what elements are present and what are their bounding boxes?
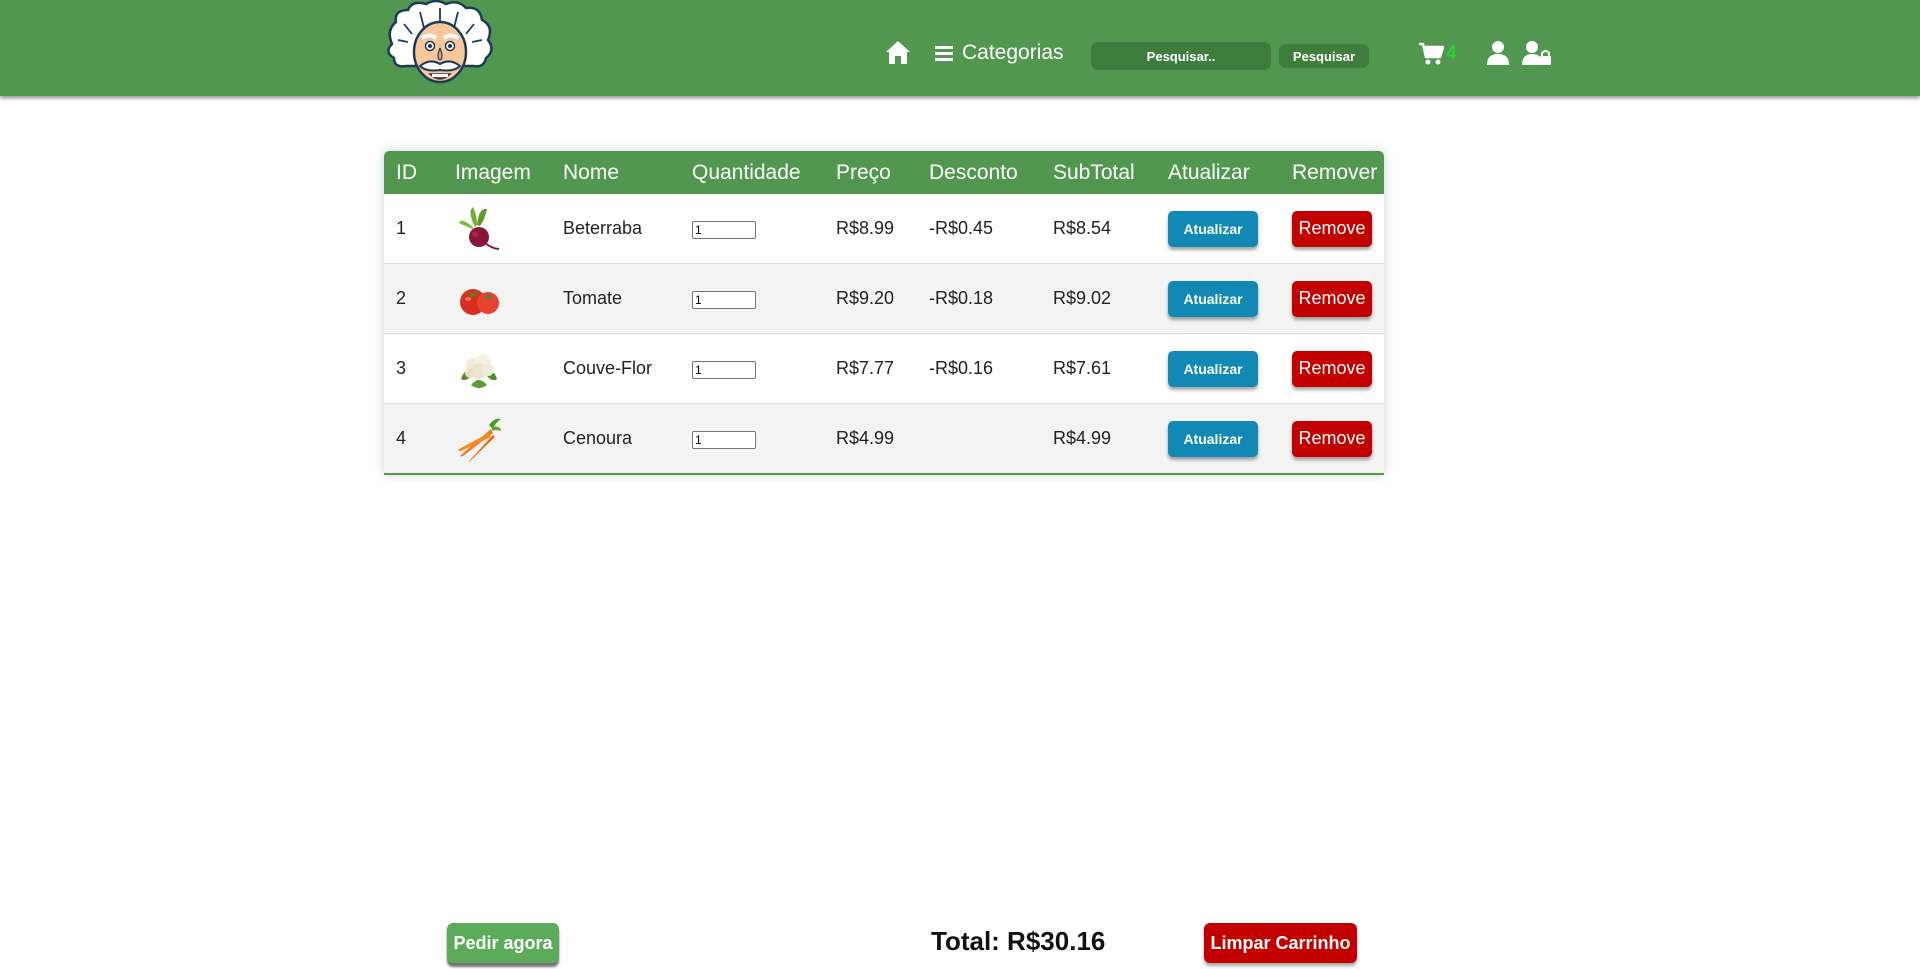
user-lock-icon[interactable]	[1522, 40, 1552, 66]
cell-id: 2	[384, 263, 443, 334]
menu-icon	[935, 46, 953, 61]
update-button[interactable]: Atualizar	[1168, 420, 1258, 457]
column-header-name: Nome	[563, 160, 620, 184]
table-row: 1 Beterraba R$8.99 -R$0.45 R$8.54 Atuali	[384, 194, 1384, 264]
column-header-subtotal: SubTotal	[1053, 160, 1135, 184]
tomato-image	[460, 288, 499, 315]
cell-discount: -R$0.18	[917, 263, 1041, 334]
cell-subtotal: R$4.99	[1053, 428, 1112, 448]
cell-discount: -R$0.45	[917, 194, 1041, 264]
cell-id: 3	[384, 333, 443, 404]
cell-name: Couve-Flor	[551, 333, 680, 404]
table-row: 4 Cenoura R$4.99 R$4.99 Atualizar	[384, 403, 1384, 475]
cell-image	[443, 263, 551, 334]
cart-icon	[1419, 42, 1444, 65]
search-button[interactable]: Pesquisar	[1279, 44, 1369, 68]
cell-update: Atualizar	[1156, 333, 1280, 404]
column-header-id: ID	[396, 160, 417, 184]
quantity-input[interactable]	[692, 361, 756, 379]
cell-subtotal: R$8.54	[1041, 194, 1156, 264]
cart-link[interactable]: 4	[1418, 40, 1457, 68]
quantity-input[interactable]	[692, 221, 756, 239]
cell-discount	[917, 404, 1041, 475]
cauliflower-image	[461, 353, 497, 388]
column-header-remove: Remover	[1292, 160, 1378, 184]
cell-remove: Remove	[1280, 263, 1384, 334]
cell-price: R$4.99	[836, 428, 895, 448]
cell-subtotal: R$7.61	[1041, 333, 1156, 404]
table-header-row: ID Imagem Nome Quantidade Preço Desconto…	[384, 151, 1384, 194]
carrot-image	[458, 418, 501, 461]
cell-subtotal: R$9.02	[1041, 263, 1156, 334]
user-icon[interactable]	[1487, 40, 1509, 66]
column-header-image: Imagem	[455, 160, 531, 184]
cart-total: Total: R$30.16	[931, 926, 1106, 956]
table-row: 2 Tomate R$9.20 -R$0.18 R$9.02 Atualizar	[384, 263, 1384, 334]
order-now-button[interactable]: Pedir agora	[447, 923, 559, 963]
top-navbar: Categorias Pesquisar 4	[0, 0, 1920, 96]
cart-count-badge: 4	[1446, 43, 1457, 64]
cell-update: Atualizar	[1156, 194, 1280, 264]
cart-table: ID Imagem Nome Quantidade Preço Desconto…	[384, 151, 1384, 475]
home-icon[interactable]	[884, 38, 912, 66]
cell-update: Atualizar	[1156, 404, 1280, 475]
remove-button[interactable]: Remove	[1292, 210, 1372, 247]
column-header-price: Preço	[836, 160, 891, 184]
cell-name: Beterraba	[551, 194, 680, 264]
column-header-discount: Desconto	[929, 160, 1018, 184]
cell-quantity	[680, 263, 824, 334]
cell-remove: Remove	[1280, 333, 1384, 404]
column-header-quantity: Quantidade	[692, 160, 801, 184]
cell-quantity	[680, 333, 824, 404]
update-button[interactable]: Atualizar	[1168, 280, 1258, 317]
cell-image	[443, 404, 551, 475]
update-button[interactable]: Atualizar	[1168, 210, 1258, 247]
cell-quantity	[680, 194, 824, 264]
clear-cart-button[interactable]: Limpar Carrinho	[1204, 923, 1357, 963]
cell-image	[443, 194, 551, 264]
cell-price: R$8.99	[824, 194, 917, 264]
quantity-input[interactable]	[692, 431, 756, 449]
cell-id: 1	[384, 194, 443, 264]
cell-quantity	[680, 404, 824, 475]
quantity-input[interactable]	[692, 291, 756, 309]
cell-price: R$7.77	[824, 333, 917, 404]
einstein-logo-icon[interactable]	[384, 0, 496, 90]
remove-button[interactable]: Remove	[1292, 420, 1372, 457]
categories-menu[interactable]: Categorias	[934, 38, 1064, 68]
beet-image	[459, 206, 500, 250]
remove-button[interactable]: Remove	[1292, 350, 1372, 387]
cell-image	[443, 333, 551, 404]
cell-update: Atualizar	[1156, 263, 1280, 334]
cell-name: Cenoura	[563, 428, 633, 448]
update-button[interactable]: Atualizar	[1168, 350, 1258, 387]
cell-name: Tomate	[551, 263, 680, 334]
cell-price: R$9.20	[824, 263, 917, 334]
search-input[interactable]	[1091, 42, 1271, 70]
cell-remove: Remove	[1280, 194, 1384, 264]
categories-label: Categorias	[962, 41, 1064, 64]
cell-remove: Remove	[1280, 404, 1384, 475]
table-row: 3 Couve-Flor R$7.77 -R$0.16 R$7.6	[384, 333, 1384, 404]
remove-button[interactable]: Remove	[1292, 280, 1372, 317]
cell-discount: -R$0.16	[917, 333, 1041, 404]
column-header-update: Atualizar	[1168, 160, 1250, 184]
cell-id: 4	[396, 428, 407, 448]
